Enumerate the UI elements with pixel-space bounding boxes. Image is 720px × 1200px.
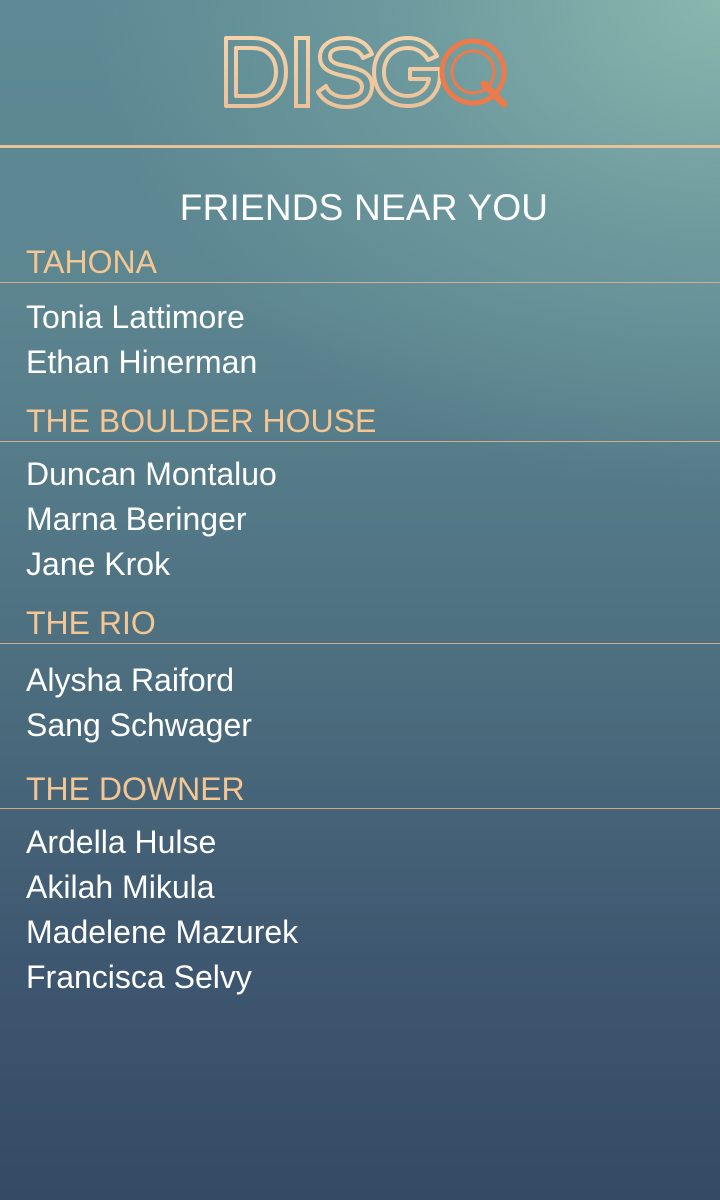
friend-item[interactable]: Ethan Hinerman <box>26 344 257 380</box>
venue-name: THE BOULDER HOUSE <box>26 403 377 439</box>
friend-item[interactable]: Akilah Mikula <box>26 869 215 905</box>
friend-item[interactable]: Tonia Lattimore <box>26 299 245 335</box>
header-divider <box>0 145 720 148</box>
friend-item[interactable]: Jane Krok <box>26 546 170 582</box>
venue-name: THE RIO <box>26 605 156 641</box>
friend-item[interactable]: Madelene Mazurek <box>26 914 298 950</box>
friend-item[interactable]: Marna Beringer <box>26 501 247 537</box>
friend-item[interactable]: Alysha Raiford <box>26 662 234 698</box>
app-header <box>0 0 720 146</box>
page-title: FRIENDS NEAR YOU <box>179 187 549 228</box>
venue-divider <box>0 441 720 442</box>
venue-name: TAHONA <box>26 244 157 280</box>
friend-item[interactable]: Duncan Montaluo <box>26 456 277 492</box>
venue-name: THE DOWNER <box>26 771 245 807</box>
friend-item[interactable]: Francisca Selvy <box>26 959 252 995</box>
friend-item[interactable]: Ardella Hulse <box>26 824 216 860</box>
friend-item[interactable]: Sang Schwager <box>26 707 252 743</box>
venue-divider <box>0 808 720 809</box>
disgo-logo <box>224 36 508 109</box>
venue-divider <box>0 643 720 644</box>
venue-divider <box>0 282 720 283</box>
